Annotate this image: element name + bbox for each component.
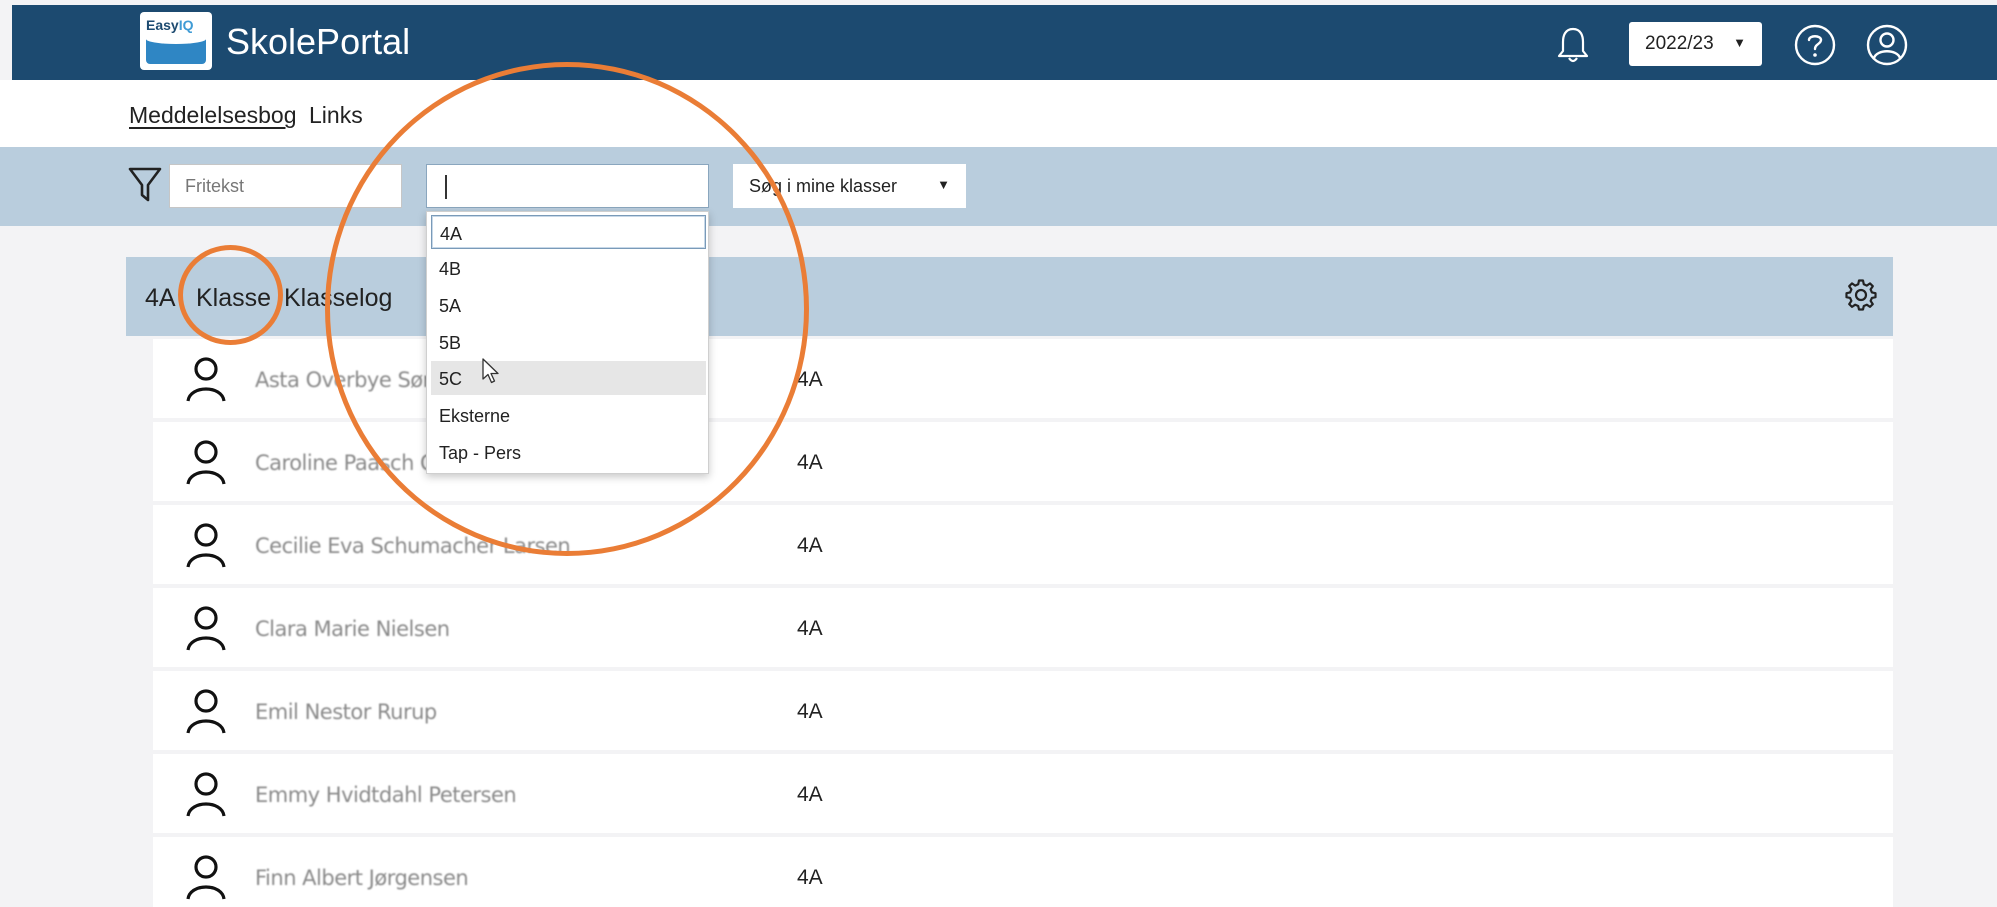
student-class: 4A — [797, 451, 823, 474]
student-name: Cecilie Eva Schumacher Larsen — [255, 534, 571, 558]
nav-meddelelsesbog[interactable]: Meddelelsesbog — [129, 102, 297, 129]
caret-down-icon: ▼ — [1733, 35, 1746, 50]
help-icon[interactable] — [1793, 23, 1837, 67]
dropdown-option-5a[interactable]: 5A — [431, 288, 706, 322]
scope-select[interactable]: Søg i mine klasser ▼ — [733, 164, 966, 208]
table-row[interactable]: Caroline Paasch Olsen 4A — [153, 422, 1893, 501]
filter-bar: Søg i mine klasser ▼ — [0, 147, 1997, 226]
table-row[interactable]: Emmy Hvidtdahl Petersen 4A — [153, 754, 1893, 833]
top-bar: EasyIQ SkolePortal 2022/23 ▼ — [12, 5, 1997, 80]
student-class: 4A — [797, 866, 823, 889]
student-name: Emil Nestor Rurup — [255, 700, 437, 724]
person-icon — [186, 357, 226, 402]
table-row[interactable]: Emil Nestor Rurup 4A — [153, 671, 1893, 750]
gear-icon[interactable] — [1845, 279, 1877, 311]
student-name: Clara Marie Nielsen — [255, 617, 450, 641]
student-name: Emmy Hvidtdahl Petersen — [255, 783, 517, 807]
caret-down-icon: ▼ — [937, 177, 950, 192]
student-class: 4A — [797, 368, 823, 391]
dropdown-option-5c[interactable]: 5C — [431, 361, 706, 395]
bell-icon[interactable] — [1555, 25, 1591, 65]
student-class: 4A — [797, 783, 823, 806]
table-row[interactable]: Asta Overbye Sørensen 4A — [153, 339, 1893, 418]
nav-links[interactable]: Links — [309, 102, 363, 129]
dropdown-option-tap-pers[interactable]: Tap - Pers — [431, 435, 706, 469]
person-icon — [186, 440, 226, 485]
class-dropdown-list: 4A 4B 5A 5B 5C Eksterne Tap - Pers — [426, 211, 709, 474]
student-class: 4A — [797, 534, 823, 557]
table-row[interactable]: Clara Marie Nielsen 4A — [153, 588, 1893, 667]
filter-icon[interactable] — [128, 166, 162, 204]
app-title: SkolePortal — [226, 21, 411, 62]
dropdown-option-5b[interactable]: 5B — [431, 325, 706, 359]
dropdown-option-4a[interactable]: 4A — [431, 215, 706, 249]
table-row[interactable]: Finn Albert Jørgensen 4A — [153, 837, 1893, 907]
person-icon — [186, 772, 226, 817]
tab-klasse[interactable]: Klasse — [196, 284, 271, 313]
person-icon — [186, 855, 226, 900]
easyiq-logo[interactable]: EasyIQ — [140, 12, 212, 70]
account-icon[interactable] — [1865, 23, 1909, 67]
logo-wave-icon — [146, 34, 206, 64]
person-icon — [186, 606, 226, 651]
class-code: 4A — [145, 284, 176, 312]
table-row[interactable]: Cecilie Eva Schumacher Larsen 4A — [153, 505, 1893, 584]
person-icon — [186, 523, 226, 568]
school-year-value: 2022/23 — [1645, 33, 1714, 54]
scope-select-value: Søg i mine klasser — [749, 176, 898, 196]
school-year-select[interactable]: 2022/23 ▼ — [1629, 22, 1762, 66]
class-search-input[interactable] — [426, 164, 709, 208]
student-class: 4A — [797, 700, 823, 723]
dropdown-option-eksterne[interactable]: Eksterne — [431, 398, 706, 432]
text-cursor — [445, 175, 447, 199]
logo-text: EasyIQ — [146, 17, 194, 33]
dropdown-option-4b[interactable]: 4B — [431, 251, 706, 285]
student-name: Finn Albert Jørgensen — [255, 866, 469, 890]
mouse-pointer-icon — [482, 358, 499, 384]
freetext-input[interactable] — [169, 164, 402, 208]
student-class: 4A — [797, 617, 823, 640]
class-header: 4A Klasse Klasselog — [126, 257, 1893, 336]
tab-klasselog[interactable]: Klasselog — [284, 284, 392, 313]
person-icon — [186, 689, 226, 734]
sub-navigation: Meddelelsesbog Links — [0, 80, 1997, 147]
